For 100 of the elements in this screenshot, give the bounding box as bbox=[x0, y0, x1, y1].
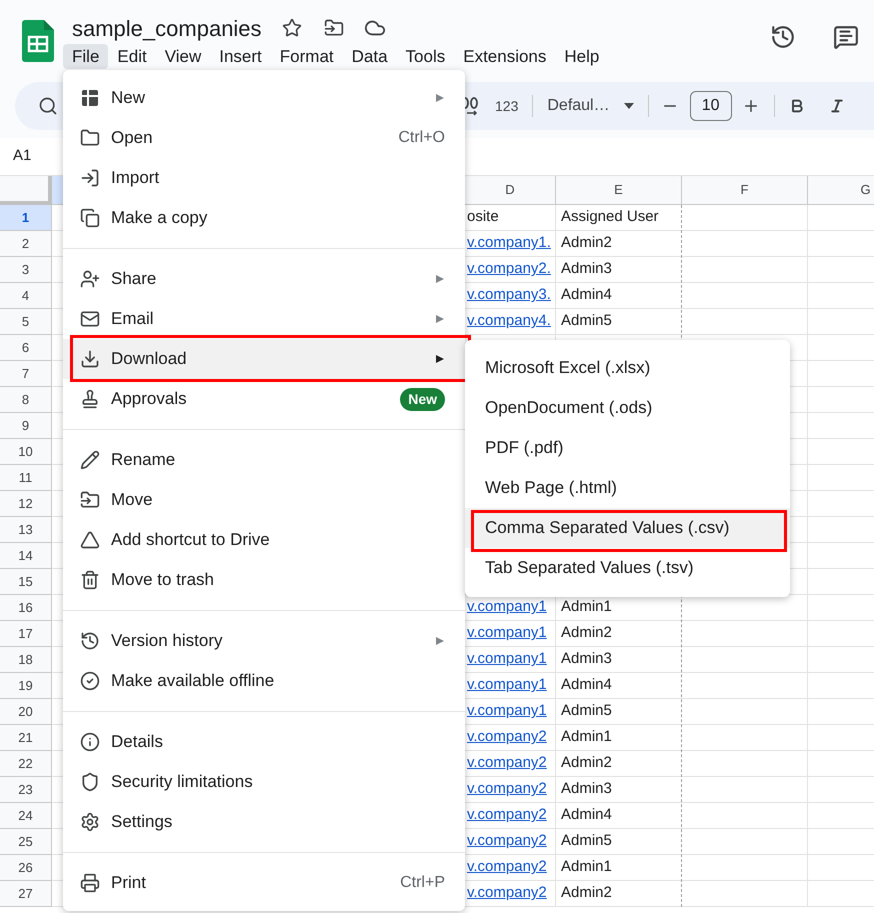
row-header[interactable]: 5 bbox=[0, 309, 52, 335]
row-header[interactable]: 9 bbox=[0, 413, 52, 439]
website-link[interactable]: v.company1 bbox=[465, 648, 547, 671]
row-header[interactable]: 8 bbox=[0, 387, 52, 413]
row-header[interactable]: 21 bbox=[0, 725, 52, 751]
row-header[interactable]: 23 bbox=[0, 777, 52, 803]
star-icon[interactable] bbox=[282, 18, 302, 38]
website-link[interactable]: v.company2 bbox=[465, 752, 547, 775]
website-link[interactable]: v.company2 bbox=[465, 830, 547, 853]
row-header[interactable]: 4 bbox=[0, 283, 52, 309]
table-cell-text: Admin5 bbox=[560, 311, 612, 332]
menu-item[interactable]: New bbox=[63, 78, 465, 118]
menu-item[interactable]: Make available offline bbox=[63, 661, 465, 701]
import-icon bbox=[80, 168, 100, 188]
app-logo[interactable] bbox=[22, 20, 54, 62]
download-icon bbox=[80, 349, 100, 369]
row-header[interactable]: 11 bbox=[0, 465, 52, 491]
website-link[interactable]: v.company2. bbox=[465, 258, 551, 281]
menu-item[interactable]: Make a copy bbox=[63, 198, 465, 238]
menu-item[interactable]: Open Ctrl+O bbox=[63, 118, 465, 158]
website-link[interactable]: v.company4. bbox=[465, 310, 551, 333]
search-icon[interactable] bbox=[38, 96, 58, 116]
menu-item[interactable]: Share bbox=[63, 259, 465, 299]
menu-tab[interactable]: Tools bbox=[396, 44, 454, 69]
menu-item[interactable]: OpenDocument (.ods) bbox=[465, 388, 790, 428]
menu-item[interactable]: Email bbox=[63, 299, 465, 339]
row-header[interactable]: 17 bbox=[0, 621, 52, 647]
comment-icon[interactable] bbox=[833, 24, 859, 50]
settings-icon bbox=[80, 812, 100, 832]
row-header[interactable]: 7 bbox=[0, 361, 52, 387]
menu-item[interactable]: Rename bbox=[63, 440, 465, 480]
table-cell-text: Admin2 bbox=[560, 623, 612, 644]
menu-tab[interactable]: File bbox=[63, 44, 108, 69]
website-link[interactable]: v.company2 bbox=[465, 804, 547, 827]
website-link[interactable]: v.company2 bbox=[465, 778, 547, 801]
row-header[interactable]: 2 bbox=[0, 231, 52, 257]
menu-item[interactable]: PDF (.pdf) bbox=[465, 428, 790, 468]
menu-item[interactable]: Add shortcut to Drive bbox=[63, 520, 465, 560]
table-cell-text: Admin2 bbox=[560, 233, 612, 254]
website-link[interactable]: v.company1 bbox=[465, 700, 547, 723]
website-link[interactable]: v.company1. bbox=[465, 232, 551, 255]
row-header[interactable]: 20 bbox=[0, 699, 52, 725]
row-header[interactable]: 22 bbox=[0, 751, 52, 777]
row-header[interactable]: 12 bbox=[0, 491, 52, 517]
menu-item[interactable]: Web Page (.html) bbox=[465, 468, 790, 508]
history-icon[interactable] bbox=[770, 24, 796, 50]
menu-tab[interactable]: Insert bbox=[210, 44, 271, 69]
row-header[interactable]: 27 bbox=[0, 881, 52, 907]
column-header[interactable]: F bbox=[682, 176, 808, 205]
row-header[interactable]: 19 bbox=[0, 673, 52, 699]
font-size-field[interactable]: 10 bbox=[690, 91, 732, 121]
move-folder-icon[interactable] bbox=[324, 18, 344, 38]
menu-item[interactable]: Import bbox=[63, 158, 465, 198]
row-header[interactable]: 6 bbox=[0, 335, 52, 361]
menu-tab[interactable]: Edit bbox=[108, 44, 156, 69]
name-box[interactable]: A1 bbox=[13, 145, 32, 168]
row-header[interactable]: 18 bbox=[0, 647, 52, 673]
menu-tab[interactable]: Help bbox=[555, 44, 608, 69]
table-cell-text: Admin2 bbox=[560, 883, 612, 904]
menu-item[interactable]: Print Ctrl+P bbox=[63, 863, 465, 903]
row-header[interactable]: 15 bbox=[0, 569, 52, 595]
row-header[interactable]: 24 bbox=[0, 803, 52, 829]
website-link[interactable]: v.company1 bbox=[465, 674, 547, 697]
menu-item[interactable]: Version history bbox=[63, 621, 465, 661]
menu-item[interactable]: Details bbox=[63, 722, 465, 762]
table-cell-text: Admin4 bbox=[560, 805, 612, 826]
column-header[interactable]: E bbox=[556, 176, 682, 205]
table-cell-text: Admin3 bbox=[560, 649, 612, 670]
italic-icon[interactable] bbox=[828, 98, 845, 114]
menu-item[interactable]: Move to trash bbox=[63, 560, 465, 600]
menu-tab[interactable]: View bbox=[156, 44, 210, 69]
menu-item[interactable]: Settings bbox=[63, 802, 465, 842]
row-header[interactable]: 3 bbox=[0, 257, 52, 283]
history-icon bbox=[80, 631, 100, 651]
website-link[interactable]: v.company1 bbox=[465, 596, 547, 619]
menu-tab[interactable]: Data bbox=[342, 44, 397, 69]
row-header[interactable]: 10 bbox=[0, 439, 52, 465]
menu-item[interactable]: Microsoft Excel (.xlsx) bbox=[465, 348, 790, 388]
row-header[interactable]: 1 bbox=[0, 205, 52, 231]
menu-tab[interactable]: Format bbox=[270, 44, 343, 69]
row-header[interactable]: 16 bbox=[0, 595, 52, 621]
number-format-button[interactable]: 123 bbox=[495, 96, 518, 116]
website-link[interactable]: v.company2 bbox=[465, 726, 547, 749]
column-header[interactable]: G bbox=[808, 176, 874, 205]
column-header[interactable]: D bbox=[465, 176, 556, 205]
font-dropdown[interactable]: Defaul… bbox=[547, 94, 634, 118]
menu-item[interactable]: Move bbox=[63, 480, 465, 520]
website-link[interactable]: v.company2 bbox=[465, 856, 547, 879]
website-link[interactable]: v.company2 bbox=[465, 882, 547, 905]
row-header[interactable]: 13 bbox=[0, 517, 52, 543]
website-link[interactable]: v.company3. bbox=[465, 284, 551, 307]
row-header[interactable]: 25 bbox=[0, 829, 52, 855]
document-title[interactable]: sample_companies bbox=[72, 12, 262, 44]
row-header[interactable]: 26 bbox=[0, 855, 52, 881]
menu-item[interactable]: Approvals New bbox=[63, 379, 465, 419]
menu-tab[interactable]: Extensions bbox=[454, 44, 556, 69]
row-header[interactable]: 14 bbox=[0, 543, 52, 569]
website-link[interactable]: v.company1 bbox=[465, 622, 547, 645]
menu-item[interactable]: Tab Separated Values (.tsv) bbox=[465, 548, 790, 588]
menu-item[interactable]: Security limitations bbox=[63, 762, 465, 802]
